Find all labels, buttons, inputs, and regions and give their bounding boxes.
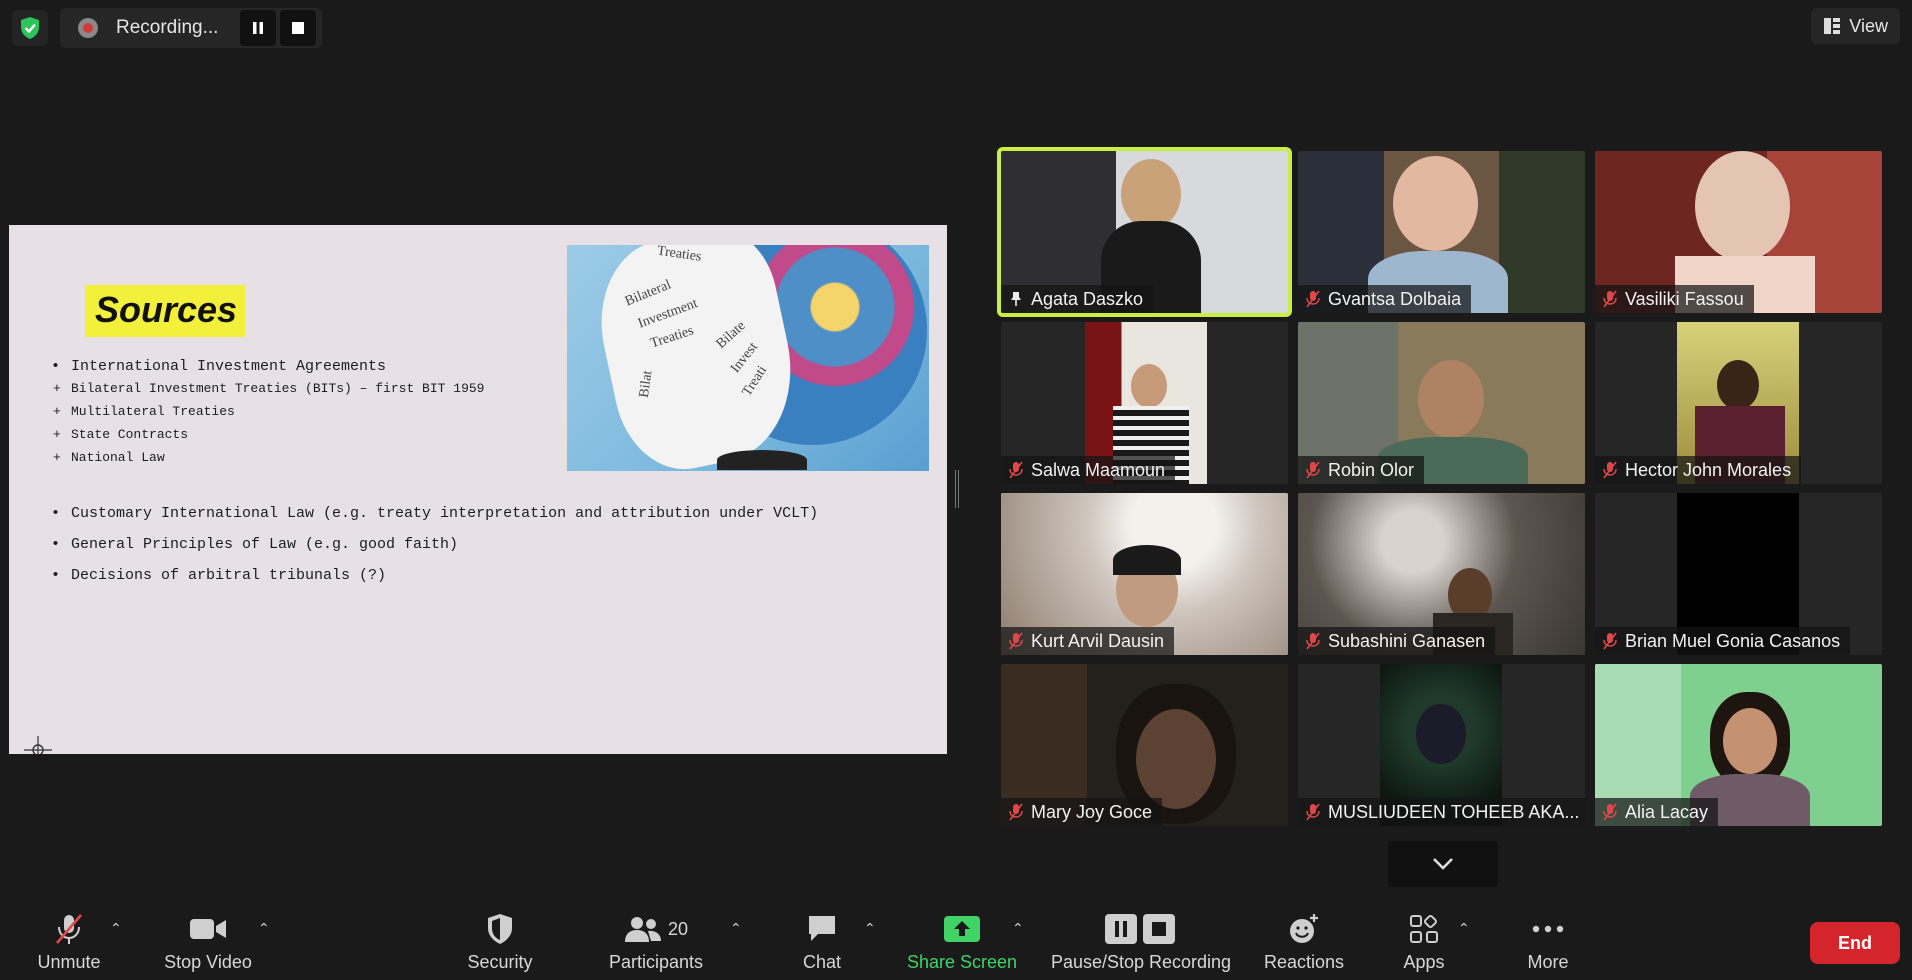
view-label: View: [1849, 15, 1888, 36]
pause-stop-icon: [1105, 914, 1175, 944]
pause-stop-recording-button[interactable]: Pause/Stop Recording: [1046, 902, 1236, 980]
video-tile[interactable]: MUSLIUDEEN TOHEEB AKA...: [1298, 664, 1585, 826]
view-button[interactable]: View: [1811, 8, 1900, 44]
split-view-resize-handle[interactable]: [955, 470, 959, 508]
muted-mic-icon: [1603, 803, 1617, 821]
stop-recording-button[interactable]: [280, 10, 316, 46]
video-tile[interactable]: Vasiliki Fassou: [1595, 151, 1882, 313]
unmute-button[interactable]: Unmute: [30, 902, 108, 980]
reactions-smiley-icon: [1290, 914, 1318, 943]
participant-name: MUSLIUDEEN TOHEEB AKA...: [1328, 801, 1580, 822]
chat-options-caret[interactable]: ⌃: [864, 920, 876, 937]
muted-mic-icon: [1306, 803, 1320, 821]
video-tile[interactable]: Kurt Arvil Dausin: [1001, 493, 1288, 655]
slide-bullet-list: International Investment Agreements Bila…: [43, 358, 484, 473]
participant-name: Subashini Ganasen: [1328, 630, 1486, 651]
muted-mic-icon: [1603, 461, 1617, 479]
video-tile[interactable]: Agata Daszko: [997, 147, 1292, 317]
chevron-down-icon: [1433, 858, 1453, 870]
muted-mic-icon: [1009, 461, 1023, 479]
video-tile[interactable]: Subashini Ganasen: [1298, 493, 1585, 655]
participant-name: Vasiliki Fassou: [1625, 288, 1744, 309]
muted-mic-icon: [1306, 290, 1320, 308]
video-options-caret[interactable]: ⌃: [258, 920, 270, 937]
apps-icon: [1410, 914, 1438, 943]
sub-bullet-item: Bilateral Investment Treaties (BITs) – f…: [43, 381, 484, 396]
participant-name: Agata Daszko: [1031, 288, 1144, 309]
muted-mic-icon: [1306, 632, 1320, 650]
muted-mic-icon: [1009, 803, 1023, 821]
meeting-toolbar: Unmute ⌃ Stop Video ⌃ Security 20 Partic…: [0, 902, 1912, 980]
end-meeting-button[interactable]: End: [1810, 922, 1900, 964]
video-tile[interactable]: Brian Muel Gonia Casanos: [1595, 493, 1882, 655]
shared-screen-slide[interactable]: Sources Bilateral Investment Treaties Bi…: [9, 225, 947, 754]
encryption-shield-icon[interactable]: [12, 10, 48, 46]
apps-button[interactable]: Apps: [1396, 902, 1452, 980]
audio-options-caret[interactable]: ⌃: [110, 920, 122, 937]
video-camera-icon: [190, 919, 226, 939]
muted-mic-icon: [56, 914, 82, 944]
bullet-item: International Investment Agreements: [43, 358, 484, 375]
sub-bullet-item: National Law: [43, 450, 484, 465]
recording-status: Recording...: [116, 17, 219, 38]
reactions-button[interactable]: Reactions: [1260, 902, 1348, 980]
participants-icon: [624, 917, 661, 942]
more-dots-icon: [1532, 925, 1564, 933]
view-layout-icon: [1824, 18, 1841, 34]
video-tile[interactable]: Alia Lacay: [1595, 664, 1882, 826]
zoom-meeting-window: Recording... View Sources Bilateral Inve…: [0, 0, 1912, 980]
crosshair-move-icon[interactable]: [23, 735, 53, 754]
participant-name: Brian Muel Gonia Casanos: [1625, 630, 1841, 651]
sub-bullet-item: State Contracts: [43, 427, 484, 442]
chat-button[interactable]: Chat: [790, 902, 854, 980]
participant-name: Alia Lacay: [1625, 801, 1709, 822]
globe-treaties-image: Bilateral Investment Treaties Bilate Inv…: [567, 245, 929, 471]
slide-bullet-list-2: Customary International Law (e.g. treaty…: [43, 505, 818, 598]
security-button[interactable]: Security: [460, 902, 540, 980]
participants-button[interactable]: 20 Participants: [604, 902, 708, 980]
participant-name: Kurt Arvil Dausin: [1031, 630, 1165, 651]
participant-name: Hector John Morales: [1625, 459, 1792, 480]
bullet-item: Decisions of arbitral tribunals (?): [43, 567, 818, 584]
muted-mic-icon: [1603, 632, 1617, 650]
participant-name: Robin Olor: [1328, 459, 1415, 480]
participant-name: Salwa Maamoun: [1031, 459, 1166, 480]
pin-icon: [1011, 292, 1021, 306]
recording-indicator: Recording...: [60, 8, 322, 48]
video-tile[interactable]: Hector John Morales: [1595, 322, 1882, 484]
video-tile[interactable]: Gvantsa Dolbaia: [1298, 151, 1585, 313]
gallery-next-page-button[interactable]: [1388, 841, 1498, 887]
share-options-caret[interactable]: ⌃: [1012, 920, 1024, 937]
sub-bullet-item: Multilateral Treaties: [43, 404, 484, 419]
more-button[interactable]: More: [1522, 902, 1574, 980]
share-screen-icon: [944, 916, 980, 942]
participants-count: 20: [667, 918, 689, 939]
participant-name: Mary Joy Goce: [1031, 801, 1153, 822]
slide-title: Sources: [85, 285, 246, 337]
video-tile[interactable]: Robin Olor: [1298, 322, 1585, 484]
stop-video-button[interactable]: Stop Video: [160, 902, 256, 980]
apps-options-caret[interactable]: ⌃: [1458, 920, 1470, 937]
video-tile[interactable]: Salwa Maamoun: [1001, 322, 1288, 484]
security-shield-icon: [488, 914, 512, 944]
video-tile[interactable]: Mary Joy Goce: [1001, 664, 1288, 826]
bullet-item: General Principles of Law (e.g. good fai…: [43, 536, 818, 553]
pause-recording-button[interactable]: [240, 10, 276, 46]
participant-name: Gvantsa Dolbaia: [1328, 288, 1462, 309]
participants-options-caret[interactable]: ⌃: [730, 920, 742, 937]
bullet-item: Customary International Law (e.g. treaty…: [43, 505, 818, 522]
chat-bubble-icon: [809, 916, 835, 941]
share-screen-button[interactable]: Share Screen: [906, 902, 1018, 980]
recording-dot-icon: [78, 18, 98, 38]
muted-mic-icon: [1009, 632, 1023, 650]
muted-mic-icon: [1306, 461, 1320, 479]
muted-mic-icon: [1603, 290, 1617, 308]
